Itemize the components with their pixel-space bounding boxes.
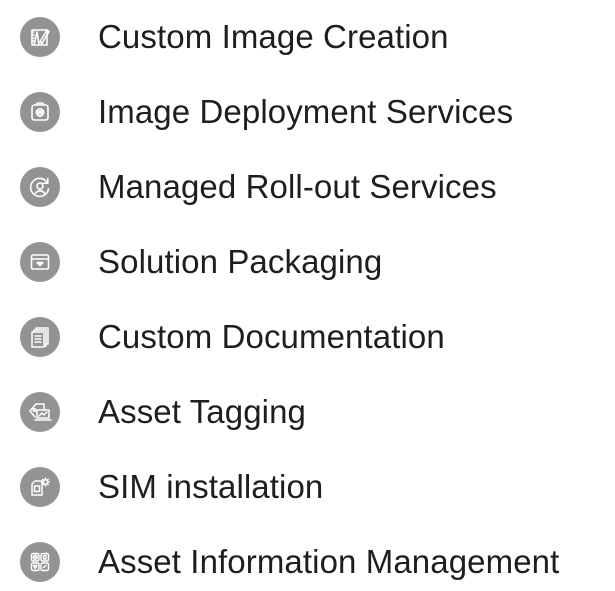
service-label: Managed Roll-out Services [98,168,497,205]
refresh-globe-icon [20,167,60,207]
service-label: Custom Documentation [98,318,445,355]
camera-box-icon [20,92,60,132]
service-item-asset-tagging: Asset Tagging [20,383,559,441]
service-item-image-deployment-services: Image Deployment Services [20,83,559,141]
service-item-managed-roll-out-services: Managed Roll-out Services [20,158,559,216]
service-list: Custom Image Creation Image Deployment S… [20,8,559,591]
service-label: Asset Information Management [98,543,560,580]
documents-icon [20,317,60,357]
service-item-sim-installation: SIM installation [20,458,559,516]
tag-laptop-icon [20,392,60,432]
service-item-asset-information-management: Asset Information Management [20,533,559,591]
service-label: Custom Image Creation [98,18,449,55]
sim-gear-icon [20,467,60,507]
info-grid-icon [20,542,60,582]
package-box-icon [20,242,60,282]
service-item-custom-documentation: Custom Documentation [20,308,559,366]
service-label: SIM installation [98,468,324,505]
pencil-ruler-icon [20,17,60,57]
service-label: Image Deployment Services [98,93,514,130]
service-label: Solution Packaging [98,243,383,280]
service-label: Asset Tagging [98,393,307,430]
service-item-custom-image-creation: Custom Image Creation [20,8,559,66]
service-item-solution-packaging: Solution Packaging [20,233,559,291]
